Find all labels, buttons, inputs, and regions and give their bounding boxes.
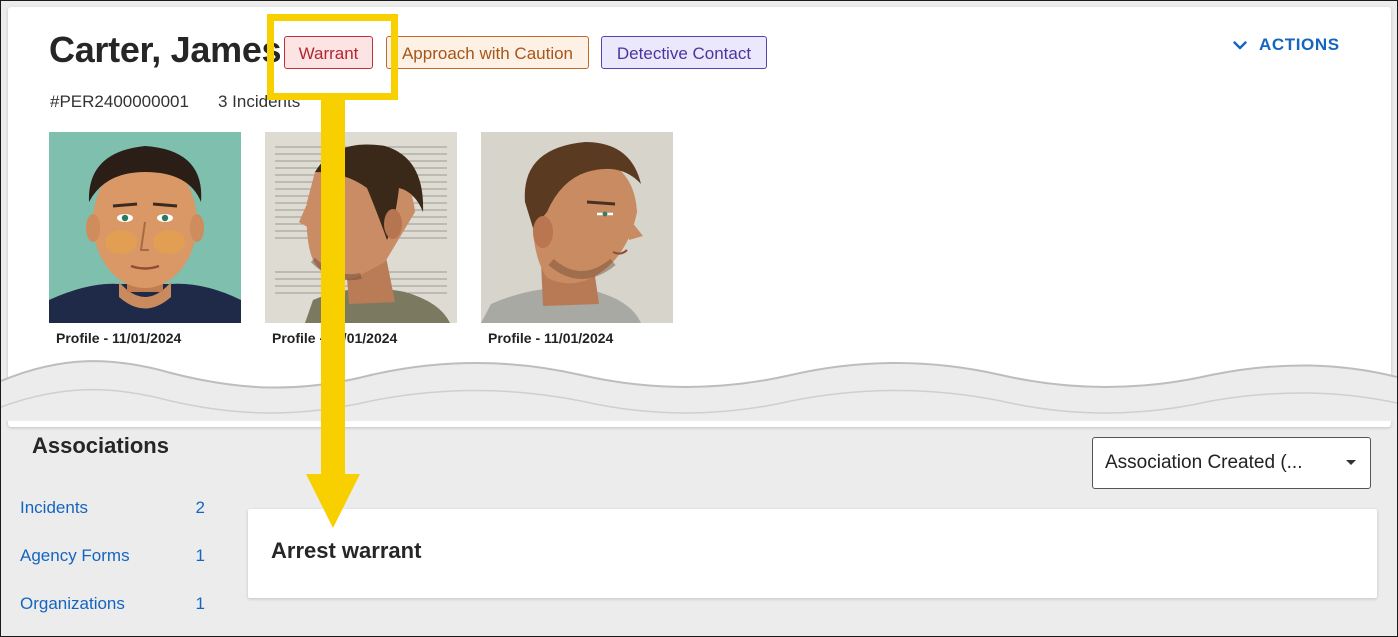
nav-item-organizations[interactable]: Organizations 1 — [20, 594, 210, 614]
sort-select-value: Association Created (... — [1105, 452, 1303, 473]
result-title: Arrest warrant — [271, 538, 422, 563]
nav-item-count: 1 — [195, 594, 205, 613]
profile-photo-side-right[interactable] — [481, 132, 673, 323]
associations-heading: Associations — [32, 433, 169, 458]
actions-label: ACTIONS — [1259, 35, 1340, 54]
actions-button[interactable]: ACTIONS — [1233, 35, 1340, 55]
photo-caption: Profile - 11/01/2024 — [56, 330, 182, 346]
nav-item-label: Organizations — [20, 594, 125, 613]
nav-item-label: Incidents — [20, 498, 89, 517]
profile-photo-front[interactable] — [49, 132, 241, 323]
nav-item-agency-forms[interactable]: Agency Forms 1 — [20, 546, 210, 566]
nav-item-count: 2 — [195, 498, 205, 517]
profile-photo-side-left[interactable] — [265, 132, 457, 323]
screenshot-frame: Carter, James Warrant Approach with Caut… — [0, 0, 1398, 637]
nav-item-count: 1 — [195, 546, 205, 565]
detective-contact-badge[interactable]: Detective Contact — [601, 36, 767, 69]
nav-item-label: Agency Forms — [20, 546, 130, 565]
sort-select[interactable]: Association Created (... — [1092, 437, 1371, 489]
page-break-divider — [1, 360, 1397, 421]
person-id: #PER2400000001 — [50, 92, 189, 111]
callout-highlight-box — [267, 14, 398, 100]
caution-badge[interactable]: Approach with Caution — [386, 36, 589, 69]
association-result-card[interactable]: Arrest warrant — [248, 509, 1377, 598]
caret-down-icon — [1346, 460, 1356, 465]
nav-item-incidents[interactable]: Incidents 2 — [20, 498, 210, 518]
person-name: Carter, James — [49, 29, 282, 70]
chevron-down-icon — [1233, 40, 1247, 49]
photo-caption: Profile - 11/01/2024 — [272, 330, 398, 346]
photo-caption: Profile - 11/01/2024 — [488, 330, 614, 346]
